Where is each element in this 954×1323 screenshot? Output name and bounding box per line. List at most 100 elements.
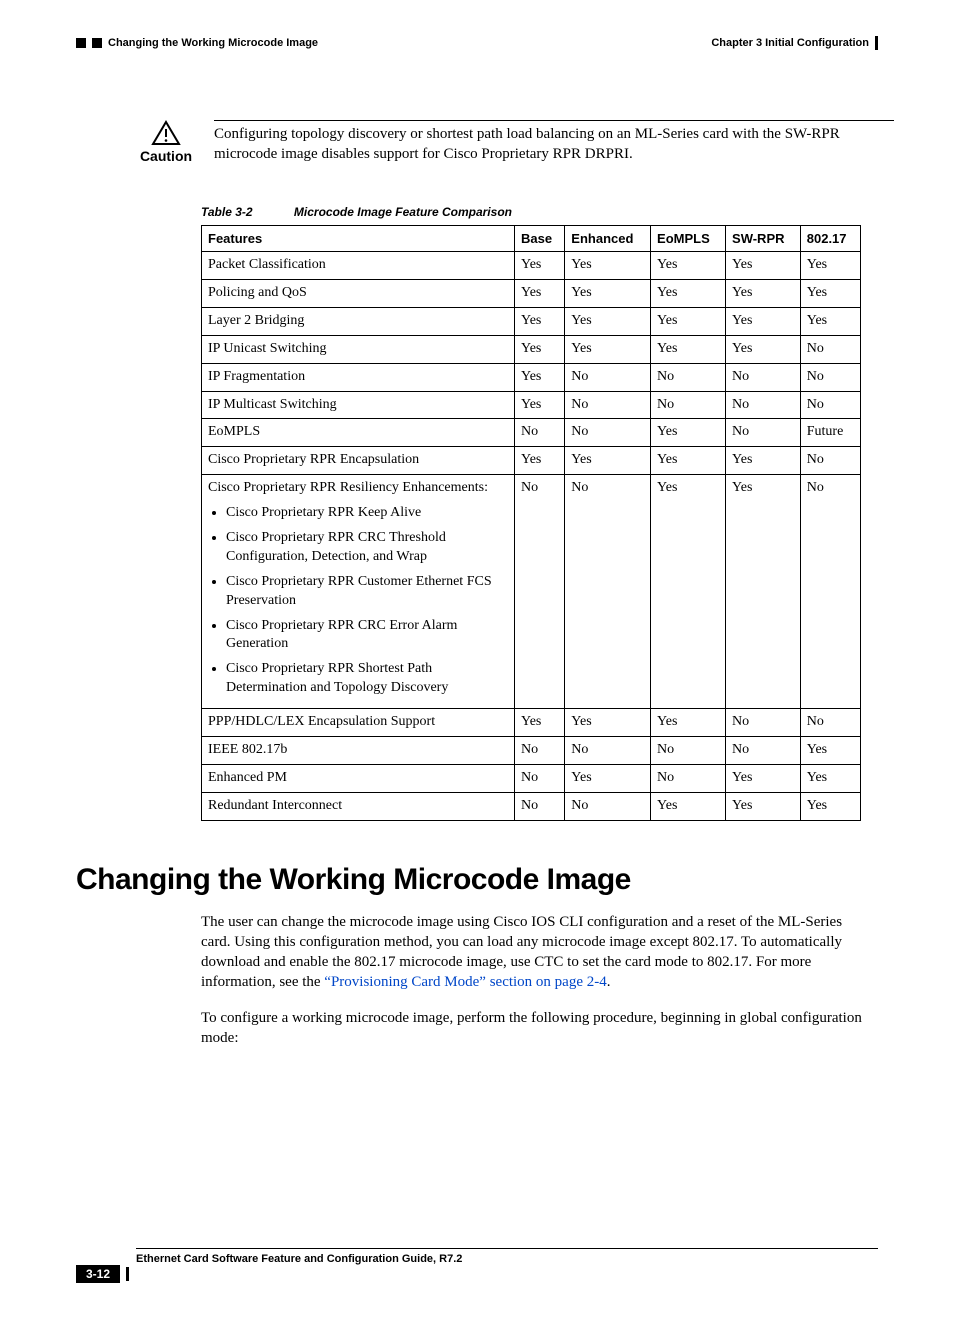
feature-cell: IP Fragmentation xyxy=(202,363,515,391)
feature-bullet: Cisco Proprietary RPR CRC Threshold Conf… xyxy=(226,529,508,567)
feature-bullet: Cisco Proprietary RPR Customer Ethernet … xyxy=(226,573,508,611)
feature-bullet: Cisco Proprietary RPR Keep Alive xyxy=(226,504,508,523)
table-row: EoMPLSNoNoYesNoFuture xyxy=(202,419,861,447)
table-caption: Table 3-2 Microcode Image Feature Compar… xyxy=(201,205,878,219)
page-number-badge: 3-12 xyxy=(76,1265,120,1283)
value-cell: No xyxy=(565,475,651,709)
value-cell: Yes xyxy=(565,335,651,363)
value-cell: No xyxy=(651,736,726,764)
value-cell: Yes xyxy=(515,391,565,419)
value-cell: Yes xyxy=(651,792,726,820)
provisioning-card-mode-link[interactable]: “Provisioning Card Mode” section on page… xyxy=(324,974,606,990)
value-cell: No xyxy=(726,709,801,737)
value-cell: Yes xyxy=(565,447,651,475)
value-cell: No xyxy=(800,363,860,391)
value-cell: Yes xyxy=(651,709,726,737)
feature-cell: EoMPLS xyxy=(202,419,515,447)
feature-cell: Layer 2 Bridging xyxy=(202,307,515,335)
feature-cell: Cisco Proprietary RPR Encapsulation xyxy=(202,447,515,475)
value-cell: No xyxy=(800,447,860,475)
value-cell: Yes xyxy=(800,307,860,335)
feature-cell: IEEE 802.17b xyxy=(202,736,515,764)
value-cell: Yes xyxy=(651,279,726,307)
value-cell: Yes xyxy=(565,764,651,792)
value-cell: No xyxy=(800,335,860,363)
table-header: SW-RPR xyxy=(726,225,801,252)
value-cell: Yes xyxy=(726,279,801,307)
value-cell: Yes xyxy=(515,279,565,307)
table-row: PPP/HDLC/LEX Encapsulation SupportYesYes… xyxy=(202,709,861,737)
feature-bullet: Cisco Proprietary RPR CRC Error Alarm Ge… xyxy=(226,617,508,655)
caution-label: Caution xyxy=(140,148,192,164)
table-row: Packet ClassificationYesYesYesYesYes xyxy=(202,252,861,280)
value-cell: Yes xyxy=(565,279,651,307)
section-paragraph-1: The user can change the microcode image … xyxy=(201,912,871,993)
value-cell: Yes xyxy=(515,252,565,280)
value-cell: Yes xyxy=(651,335,726,363)
page-footer: Ethernet Card Software Feature and Confi… xyxy=(76,1248,878,1283)
footer-doc-title: Ethernet Card Software Feature and Confi… xyxy=(136,1253,878,1265)
value-cell: Future xyxy=(800,419,860,447)
caution-warning-icon xyxy=(151,120,181,146)
value-cell: No xyxy=(726,736,801,764)
table-header: Features xyxy=(202,225,515,252)
feature-cell: Redundant Interconnect xyxy=(202,792,515,820)
value-cell: Yes xyxy=(726,764,801,792)
value-cell: Yes xyxy=(800,279,860,307)
value-cell: No xyxy=(565,391,651,419)
value-cell: Yes xyxy=(565,709,651,737)
footer-rule xyxy=(136,1248,878,1249)
value-cell: Yes xyxy=(800,252,860,280)
value-cell: No xyxy=(651,764,726,792)
table-title: Microcode Image Feature Comparison xyxy=(294,205,512,219)
table-header: EoMPLS xyxy=(651,225,726,252)
value-cell: No xyxy=(726,419,801,447)
value-cell: Yes xyxy=(515,307,565,335)
value-cell: Yes xyxy=(651,307,726,335)
feature-cell: Cisco Proprietary RPR Resiliency Enhance… xyxy=(202,475,515,709)
value-cell: Yes xyxy=(565,252,651,280)
table-row: Policing and QoSYesYesYesYesYes xyxy=(202,279,861,307)
value-cell: Yes xyxy=(651,252,726,280)
table-header: Base xyxy=(515,225,565,252)
feature-cell: IP Unicast Switching xyxy=(202,335,515,363)
value-cell: Yes xyxy=(515,447,565,475)
value-cell: Yes xyxy=(726,475,801,709)
value-cell: No xyxy=(565,792,651,820)
value-cell: No xyxy=(515,419,565,447)
value-cell: No xyxy=(800,709,860,737)
value-cell: Yes xyxy=(726,447,801,475)
value-cell: Yes xyxy=(651,419,726,447)
header-square-icon xyxy=(92,38,102,48)
section-heading: Changing the Working Microcode Image xyxy=(76,863,878,897)
header-square-icon xyxy=(76,38,86,48)
value-cell: Yes xyxy=(726,792,801,820)
value-cell: Yes xyxy=(800,736,860,764)
table-row: Cisco Proprietary RPR EncapsulationYesYe… xyxy=(202,447,861,475)
footer-bar-icon xyxy=(126,1267,129,1281)
feature-comparison-table: FeaturesBaseEnhancedEoMPLSSW-RPR802.17 P… xyxy=(201,225,861,821)
value-cell: Yes xyxy=(515,363,565,391)
table-row: Enhanced PMNoYesNoYesYes xyxy=(202,764,861,792)
table-row: IP FragmentationYesNoNoNoNo xyxy=(202,363,861,391)
table-row: IEEE 802.17bNoNoNoNoYes xyxy=(202,736,861,764)
value-cell: Yes xyxy=(726,335,801,363)
value-cell: No xyxy=(800,391,860,419)
value-cell: No xyxy=(565,736,651,764)
value-cell: Yes xyxy=(651,447,726,475)
section-paragraph-2: To configure a working microcode image, … xyxy=(201,1008,871,1049)
value-cell: Yes xyxy=(726,307,801,335)
header-section-title: Changing the Working Microcode Image xyxy=(108,37,318,49)
value-cell: No xyxy=(515,475,565,709)
value-cell: Yes xyxy=(726,252,801,280)
value-cell: Yes xyxy=(515,709,565,737)
table-row: IP Multicast SwitchingYesNoNoNoNo xyxy=(202,391,861,419)
feature-bullet: Cisco Proprietary RPR Shortest Path Dete… xyxy=(226,660,508,698)
feature-cell: Policing and QoS xyxy=(202,279,515,307)
para-text: . xyxy=(607,974,611,990)
value-cell: No xyxy=(515,792,565,820)
value-cell: No xyxy=(800,475,860,709)
value-cell: No xyxy=(565,419,651,447)
page-header: Changing the Working Microcode Image Cha… xyxy=(76,36,878,50)
value-cell: Yes xyxy=(800,792,860,820)
